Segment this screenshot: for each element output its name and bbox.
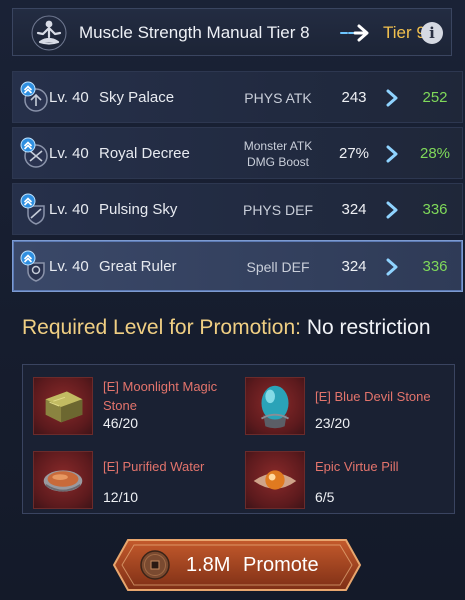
material-name: [E] Purified Water xyxy=(103,459,205,474)
current-value: 324 xyxy=(341,201,367,218)
chevron-right-icon xyxy=(386,201,398,219)
material-count: 12/10 xyxy=(103,489,139,505)
next-value: 336 xyxy=(422,201,448,218)
skill-stat-line: DMG Boost xyxy=(246,155,309,169)
epic-virtue-pill-icon[interactable] xyxy=(245,451,305,509)
material-name: [E] Blue Devil Stone xyxy=(315,389,431,404)
current-value: 27% xyxy=(338,145,370,162)
current-value: 324 xyxy=(341,258,367,275)
coin-icon xyxy=(140,550,170,580)
material-name: Epic Virtue Pill xyxy=(315,459,399,474)
arrow-right-icon xyxy=(340,24,369,42)
requirement-label: Required Level for Promotion: xyxy=(22,316,301,339)
next-value: 252 xyxy=(422,89,448,106)
next-tier-label: Tier 9 xyxy=(383,23,426,42)
skill-name: Pulsing Sky xyxy=(99,201,178,218)
skill-stat: PHYS DEF xyxy=(242,202,313,218)
skill-row-great-ruler[interactable]: Lv. 40 Great Ruler Spell DEF 324 336 xyxy=(12,240,463,292)
next-value: 336 xyxy=(422,258,448,275)
skill-level: Lv. 40 xyxy=(49,201,89,218)
chevron-right-icon xyxy=(386,89,398,107)
purified-water-icon[interactable] xyxy=(33,451,93,509)
skill-level: Lv. 40 xyxy=(49,258,89,275)
current-value: 243 xyxy=(341,89,367,106)
material-count: 6/5 xyxy=(315,489,335,505)
blue-devil-stone-icon[interactable] xyxy=(245,377,305,435)
skill-upgrade-icon xyxy=(20,250,45,282)
skill-upgrade-icon xyxy=(20,81,48,112)
material-item[interactable]: [E] Moonlight Magic Stone 46/20 xyxy=(23,371,223,435)
skill-row-pulsing-sky[interactable]: Lv. 40 Pulsing Sky PHYS DEF 324 336 xyxy=(12,183,463,235)
skill-stat: PHYS ATK xyxy=(244,90,312,106)
info-icon[interactable]: i xyxy=(421,22,443,44)
skill-name: Royal Decree xyxy=(99,145,190,162)
skill-level: Lv. 40 xyxy=(49,89,89,106)
skill-name: Sky Palace xyxy=(99,89,175,106)
requirement-value: No restriction xyxy=(306,316,431,339)
manual-title: Muscle Strength Manual Tier 8 xyxy=(79,23,310,42)
skill-row-royal-decree[interactable]: Lv. 40 Royal Decree Monster ATK DMG Boost… xyxy=(12,127,463,179)
chevron-right-icon xyxy=(386,258,398,276)
skill-level: Lv. 40 xyxy=(49,145,89,162)
skill-upgrade-icon xyxy=(20,137,48,168)
promote-cost: 1.8M xyxy=(186,554,231,576)
skill-upgrade-icon xyxy=(20,193,45,225)
meditation-figure-icon xyxy=(31,15,67,51)
manual-header: Muscle Strength Manual Tier 8 Tier 9 i xyxy=(12,8,452,56)
skill-name: Great Ruler xyxy=(99,258,177,275)
material-item[interactable]: [E] Blue Devil Stone 23/20 xyxy=(235,371,435,435)
materials-panel: [E] Moonlight Magic Stone 46/20 [E] Blue… xyxy=(22,364,455,514)
material-count: 23/20 xyxy=(315,415,351,431)
skill-row-sky-palace[interactable]: Lv. 40 Sky Palace PHYS ATK 243 252 xyxy=(12,71,463,123)
material-count: 46/20 xyxy=(103,415,139,431)
chevron-right-icon xyxy=(386,145,398,163)
promote-button[interactable]: 1.8M Promote xyxy=(112,538,362,592)
material-item[interactable]: [E] Purified Water 12/10 xyxy=(23,445,223,509)
next-value: 28% xyxy=(419,145,451,162)
material-name: [E] Moonlight Magic Stone xyxy=(103,379,218,413)
promotion-requirement: Required Level for Promotion: No restric… xyxy=(22,316,431,340)
moonlight-magic-stone-icon[interactable] xyxy=(33,377,93,435)
skill-stat: Spell DEF xyxy=(246,259,310,275)
promote-label: Promote xyxy=(243,554,319,576)
material-item[interactable]: Epic Virtue Pill 6/5 xyxy=(235,445,435,509)
skill-stat-line: Monster ATK xyxy=(243,139,313,153)
skill-stat: Monster ATK DMG Boost xyxy=(218,128,338,180)
